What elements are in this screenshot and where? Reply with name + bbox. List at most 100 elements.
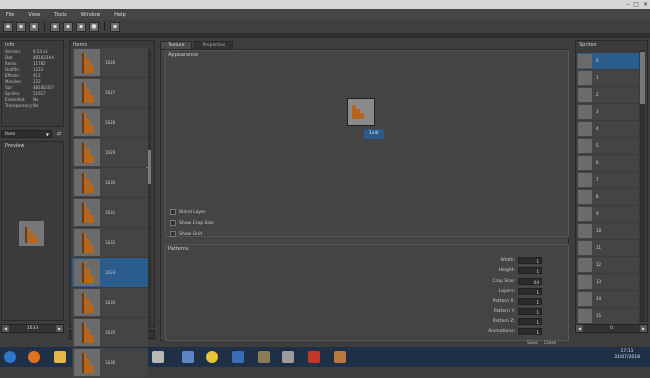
list-item[interactable]: 8 — [577, 189, 639, 205]
pattern-z-stepper[interactable]: 1 — [518, 317, 542, 325]
list-item[interactable]: 13 — [577, 274, 639, 290]
close-button[interactable]: Close — [544, 341, 556, 346]
menu-help[interactable]: Help — [114, 12, 125, 18]
save-icon[interactable]: ▪ — [29, 21, 39, 32]
list-item[interactable]: 0 — [577, 53, 639, 69]
list-item[interactable]: 14 — [577, 291, 639, 307]
save-button[interactable]: Save — [527, 341, 538, 346]
menu-file[interactable]: File — [6, 12, 14, 18]
settings-icon[interactable]: ● — [89, 21, 99, 32]
menu-view[interactable]: View — [28, 12, 40, 18]
app-icon[interactable] — [282, 351, 294, 363]
module-icon[interactable]: ▪ — [110, 21, 120, 32]
list-item[interactable]: 1632 — [72, 228, 148, 257]
type-select[interactable]: Item ▼ — [1, 130, 52, 138]
new-icon[interactable]: ▪ — [3, 21, 13, 32]
list-item[interactable]: 12 — [577, 257, 639, 273]
app-icon[interactable] — [152, 351, 164, 363]
pattern-x-stepper[interactable]: 1 — [518, 297, 542, 305]
sprite-id: 15 — [596, 313, 602, 318]
preview-title: Preview — [5, 143, 25, 149]
list-item[interactable]: 5 — [577, 138, 639, 154]
sprite-thumbnail — [578, 122, 592, 136]
app-icon[interactable] — [232, 351, 244, 363]
list-item[interactable]: 15 — [577, 308, 639, 324]
list-item[interactable]: 3 — [577, 104, 639, 120]
height-stepper[interactable]: 1 — [518, 266, 542, 274]
next-icon[interactable]: ▶ — [640, 325, 647, 332]
clock[interactable]: 17:11 31/07/2018 — [614, 349, 640, 361]
sprite-thumbnail — [578, 275, 592, 289]
prev-icon[interactable]: ◀ — [2, 325, 9, 332]
pattern-y-stepper[interactable]: 1 — [518, 307, 542, 315]
prev-icon[interactable]: ◀ — [576, 325, 583, 332]
firefox-icon[interactable] — [28, 351, 40, 363]
folder-icon[interactable] — [54, 351, 66, 363]
layers-stepper[interactable]: 1 — [518, 287, 542, 295]
toolbar-separator — [44, 22, 45, 31]
item-id: 1633 — [105, 270, 116, 275]
menu-tools[interactable]: Tools — [54, 12, 66, 18]
list-item[interactable]: 1634 — [72, 288, 148, 317]
item-thumbnail — [74, 139, 100, 166]
open-icon[interactable]: ▪ — [16, 21, 26, 32]
maximize-button[interactable]: □ — [633, 1, 639, 8]
checkbox-label: Show Crop Size — [179, 220, 214, 226]
list-item[interactable]: 1626 — [72, 48, 148, 77]
animations-stepper[interactable]: 1 — [518, 327, 542, 335]
prop-label: Layers: — [498, 288, 515, 294]
show-crop-size-checkbox[interactable]: Show Crop Size — [170, 220, 214, 226]
preview-index[interactable]: 1633 — [9, 326, 56, 331]
appearance-sprite[interactable] — [347, 98, 375, 126]
list-item[interactable]: 1636 — [72, 348, 148, 377]
blend-layer-checkbox[interactable]: Blend Layer — [170, 209, 206, 215]
menu-window[interactable]: Window — [81, 12, 101, 18]
app-icon[interactable] — [308, 351, 320, 363]
minimize-button[interactable]: – — [626, 1, 629, 8]
sprites-index[interactable]: 0 — [583, 326, 640, 331]
list-item[interactable]: 1629 — [72, 138, 148, 167]
sprites-scrollbar-thumb[interactable] — [640, 52, 645, 104]
sprite-id: 13 — [596, 279, 602, 284]
appearance-label: 1x4r — [364, 129, 384, 139]
close-window-button[interactable]: ✕ — [643, 1, 648, 8]
appearance-group: Appearance — [165, 50, 569, 237]
list-item[interactable]: 2 — [577, 87, 639, 103]
app-icon[interactable] — [206, 351, 218, 363]
sprite-thumbnail — [578, 156, 592, 170]
app-icon[interactable] — [258, 351, 270, 363]
prop-width: Width: 1 — [450, 255, 542, 265]
sprite-thumbnail — [578, 139, 592, 153]
library-icon[interactable]: ▪ — [76, 21, 86, 32]
sprite-id: 7 — [596, 177, 599, 182]
list-item[interactable]: 1 — [577, 70, 639, 86]
list-item[interactable]: 1635 — [72, 318, 148, 347]
list-item[interactable]: 1627 — [72, 78, 148, 107]
next-icon[interactable]: ▶ — [56, 325, 63, 332]
list-item[interactable]: 1628 — [72, 108, 148, 137]
list-item[interactable]: 4 — [577, 121, 639, 137]
width-stepper[interactable]: 1 — [518, 256, 542, 264]
prop-label: Pattern X: — [492, 298, 515, 304]
list-item[interactable]: 11 — [577, 240, 639, 256]
compile-icon[interactable]: ▪ — [50, 21, 60, 32]
preview-panel: Preview — [1, 141, 64, 321]
app-icon[interactable] — [334, 351, 346, 363]
list-item[interactable]: 9 — [577, 206, 639, 222]
find-icon[interactable]: ▪ — [63, 21, 73, 32]
swap-icon[interactable]: ⇄ — [55, 130, 63, 138]
checkbox-box — [170, 231, 176, 237]
list-item[interactable]: 7 — [577, 172, 639, 188]
list-item[interactable]: 1633 — [72, 258, 148, 287]
preview-image — [19, 221, 44, 246]
crop-size-stepper[interactable]: 64 — [518, 277, 542, 285]
start-icon[interactable] — [4, 351, 16, 363]
sprite-thumbnail — [578, 88, 592, 102]
list-item[interactable]: 1631 — [72, 198, 148, 227]
sprite-id: 4 — [596, 126, 599, 131]
show-grid-checkbox[interactable]: Show Grid — [170, 231, 202, 237]
list-item[interactable]: 1630 — [72, 168, 148, 197]
app-icon[interactable] — [182, 351, 194, 363]
list-item[interactable]: 10 — [577, 223, 639, 239]
list-item[interactable]: 6 — [577, 155, 639, 171]
